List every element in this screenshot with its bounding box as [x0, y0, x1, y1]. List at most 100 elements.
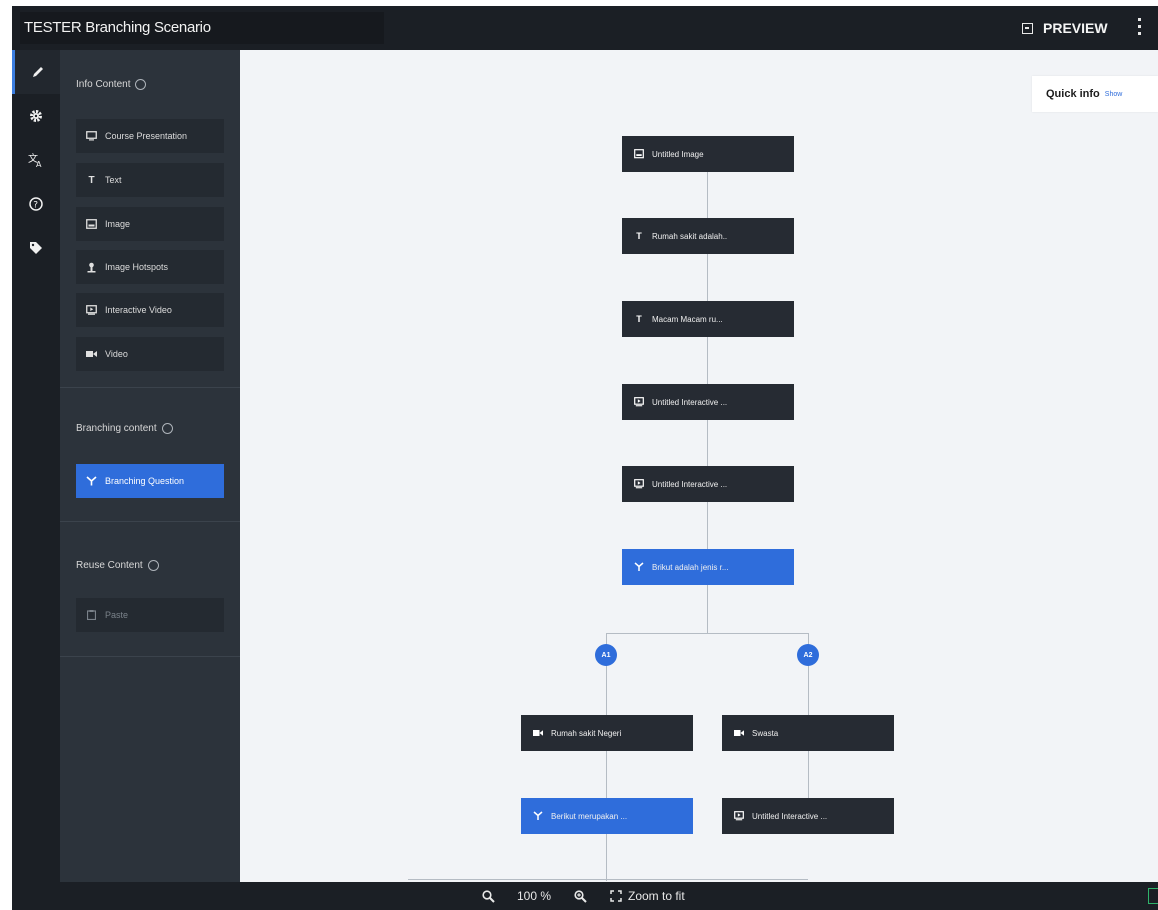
edit-tab[interactable] [12, 50, 60, 94]
scenario-node[interactable]: Untitled Interactive ... [722, 798, 894, 834]
scenario-node[interactable]: Swasta [722, 715, 894, 751]
gear-icon [30, 110, 42, 122]
node-label: Rumah sakit Negeri [551, 728, 622, 738]
text-icon: T [636, 231, 642, 241]
connector-line [408, 879, 808, 880]
node-label: Untitled Interactive ... [652, 397, 728, 407]
zoom-to-fit-button[interactable]: Zoom to fit [610, 882, 685, 910]
branching-content-heading: Branching content [76, 423, 173, 434]
preview-label: PREVIEW [1043, 20, 1108, 36]
fit-icon [610, 890, 622, 902]
node-label: Untitled Interactive ... [752, 811, 828, 821]
content-item-label: Course Presentation [105, 131, 188, 141]
interactive-video-icon [734, 811, 744, 821]
svg-text:?: ? [33, 201, 38, 211]
node-label: Untitled Interactive ... [652, 479, 728, 489]
info-content-heading: Info Content [76, 79, 147, 90]
content-item-video[interactable]: Video [76, 337, 224, 371]
translate-icon: 文A [28, 152, 42, 168]
content-panel: Info Content Course Presentation T Text … [60, 50, 240, 882]
scenario-node[interactable]: Rumah sakit Negeri [521, 715, 693, 751]
branching-icon [634, 562, 644, 572]
node-label: Macam Macam ru... [652, 314, 723, 324]
connector-line [606, 633, 607, 881]
info-icon[interactable] [135, 79, 147, 90]
tool-rail: 文A ? [12, 50, 60, 882]
metadata-tab[interactable] [12, 226, 60, 270]
scenario-node[interactable]: Untitled Image [622, 136, 794, 172]
fullscreen-icon[interactable] [1138, 18, 1154, 38]
branching-scenario-editor: TESTER Branching Scenario PREVIEW 文A ? I… [12, 6, 1158, 910]
node-label: Berikut merupakan ... [551, 811, 628, 821]
video-icon [533, 728, 543, 738]
text-icon: T [88, 174, 95, 186]
zoom-out-icon [482, 889, 495, 903]
content-item-branching-question[interactable]: Branching Question [76, 464, 224, 498]
quick-info-box: Quick info Show [1032, 76, 1158, 112]
reuse-content-heading: Reuse Content [76, 560, 159, 571]
panel-divider [60, 521, 240, 522]
interactive-video-icon [634, 397, 644, 407]
image-icon [86, 219, 97, 230]
svg-text:A: A [36, 160, 42, 168]
video-icon [86, 349, 97, 360]
node-label: Rumah sakit adalah.. [652, 231, 728, 241]
branching-icon [86, 476, 97, 487]
info-icon[interactable] [161, 423, 173, 434]
scenario-title-field[interactable]: TESTER Branching Scenario [20, 12, 384, 44]
zoom-out-button[interactable] [482, 882, 495, 910]
info-icon[interactable] [147, 560, 159, 571]
video-icon [734, 728, 744, 738]
node-label: Brikut adalah jenis r... [652, 562, 729, 572]
top-bar: TESTER Branching Scenario PREVIEW [12, 6, 1158, 50]
interactive-video-icon [86, 305, 97, 316]
zoom-in-icon [574, 889, 587, 903]
quick-info-show-link[interactable]: Show [1105, 91, 1123, 98]
panel-divider [60, 387, 240, 388]
content-item-interactive-video[interactable]: Interactive Video [76, 293, 224, 327]
zoom-to-fit-label: Zoom to fit [628, 889, 685, 903]
content-item-label: Branching Question [105, 476, 185, 486]
interactive-video-icon [634, 479, 644, 489]
content-item-image-hotspots[interactable]: Image Hotspots [76, 250, 224, 284]
paste-button[interactable]: Paste [76, 598, 224, 632]
zoom-in-button[interactable] [574, 882, 587, 910]
text-icon: T [636, 314, 642, 324]
content-item-label: Interactive Video [105, 305, 172, 315]
content-item-label: Image Hotspots [105, 262, 169, 272]
scenario-node[interactable]: Untitled Interactive ... [622, 466, 794, 502]
content-item-label: Video [105, 349, 128, 359]
scenario-node[interactable]: Untitled Interactive ... [622, 384, 794, 420]
branching-content-title: Branching content [76, 423, 157, 434]
node-label: Untitled Image [652, 149, 704, 159]
node-label: Swasta [752, 728, 779, 738]
help-tab[interactable]: ? [12, 182, 60, 226]
translate-tab[interactable]: 文A [12, 138, 60, 182]
content-item-text[interactable]: T Text [76, 163, 224, 197]
preview-button[interactable]: PREVIEW [1022, 16, 1108, 40]
content-item-label: Text [105, 175, 122, 185]
branching-question-node[interactable]: Brikut adalah jenis r... [622, 549, 794, 585]
edit-icon [32, 67, 43, 77]
scenario-node[interactable]: T Rumah sakit adalah.. [622, 218, 794, 254]
scenario-node[interactable]: T Macam Macam ru... [622, 301, 794, 337]
branch-badge-a2[interactable]: A2 [797, 644, 819, 666]
scenario-canvas[interactable]: Quick info Show Untitled Image T Rumah s… [240, 50, 1158, 882]
info-content-title: Info Content [76, 79, 131, 90]
content-item-image[interactable]: Image [76, 207, 224, 241]
branching-icon [533, 811, 543, 821]
content-item-course-presentation[interactable]: Course Presentation [76, 119, 224, 153]
quick-info-label: Quick info [1046, 88, 1100, 100]
branch-badge-a1[interactable]: A1 [595, 644, 617, 666]
hotspot-icon [86, 262, 97, 273]
paste-icon [86, 610, 97, 621]
connector-line [606, 633, 808, 634]
tag-icon [30, 242, 42, 254]
status-indicator [1148, 888, 1158, 904]
branching-question-node[interactable]: Berikut merupakan ... [521, 798, 693, 834]
paste-label: Paste [105, 610, 129, 620]
settings-tab[interactable] [12, 94, 60, 138]
reuse-content-title: Reuse Content [76, 560, 143, 571]
zoom-bar: 100 % Zoom to fit [12, 882, 1158, 910]
zoom-level: 100 % [517, 889, 552, 903]
